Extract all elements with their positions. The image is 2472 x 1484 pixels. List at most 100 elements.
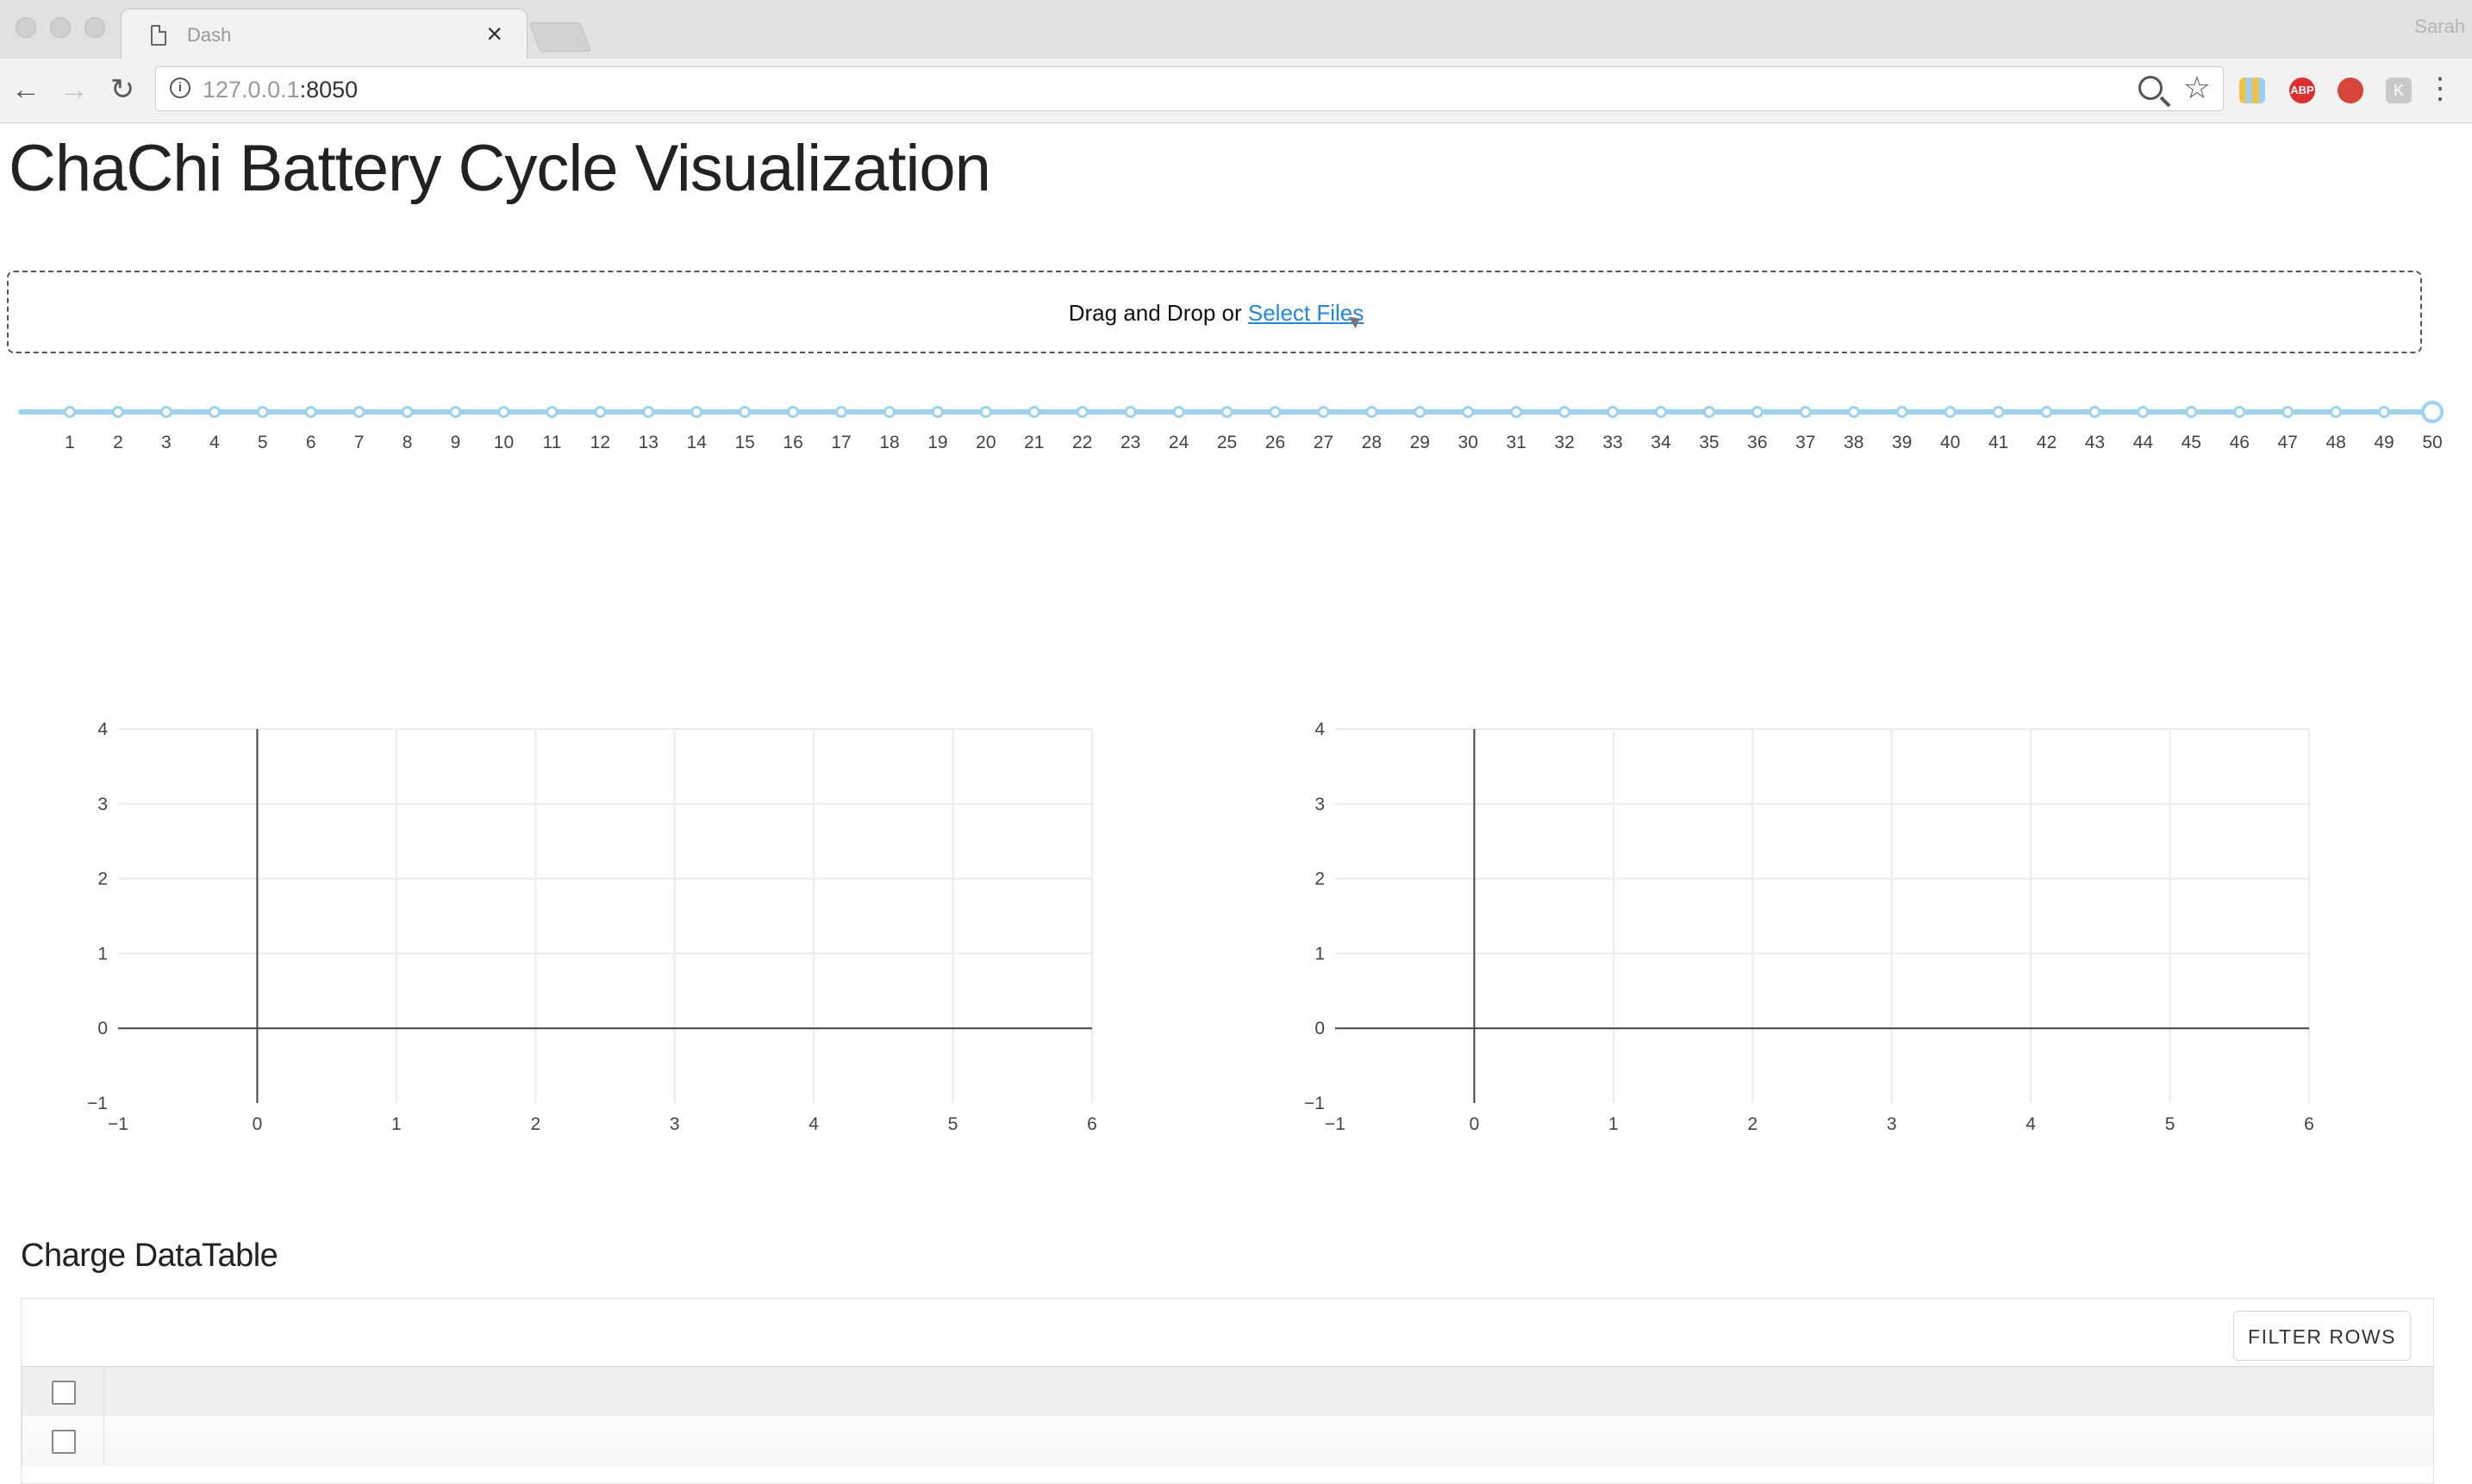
slider-mark-label[interactable]: 11 [542,433,561,452]
slider-dot[interactable] [208,406,221,418]
slider-dot[interactable] [2185,406,2198,418]
slider-mark-label[interactable]: 4 [209,433,220,452]
slider-mark-label[interactable]: 14 [687,433,708,452]
slider-mark-label[interactable]: 33 [1602,433,1622,452]
slider-mark-label[interactable]: 35 [1699,433,1719,452]
slider-mark-label[interactable]: 30 [1458,433,1478,452]
slider-dot[interactable] [353,406,365,418]
slider-mark-label[interactable]: 27 [1314,433,1333,452]
maximize-window-button[interactable] [84,17,105,38]
slider-mark-label[interactable]: 15 [734,433,754,452]
slider-dot[interactable] [1269,406,1282,418]
slider-dot[interactable] [2137,406,2150,418]
slider-mark-label[interactable]: 23 [1121,433,1140,452]
slider-mark-label[interactable]: 41 [1988,433,2008,452]
slider-dot[interactable] [449,406,462,418]
slider-mark-label[interactable]: 47 [2278,433,2298,452]
slider-mark-label[interactable]: 6 [306,433,316,452]
slider-dot[interactable] [111,406,124,418]
slider-mark-label[interactable]: 13 [639,433,659,452]
slider-mark-label[interactable]: 45 [2182,433,2201,452]
slider-dot[interactable] [642,406,655,418]
slider-mark-label[interactable]: 8 [403,433,413,452]
slider-dot[interactable] [1076,406,1089,418]
slider-mark-label[interactable]: 24 [1169,433,1189,452]
select-all-checkbox[interactable] [52,1381,76,1405]
slider-dot[interactable] [2330,406,2343,418]
slider-dot[interactable] [2233,406,2246,418]
slider-mark-label[interactable]: 3 [161,433,172,452]
slider-mark-label[interactable]: 42 [2037,433,2057,452]
slider-dot[interactable] [1124,406,1137,418]
slider-dot[interactable] [2282,406,2294,418]
zoom-icon[interactable] [2138,76,2163,100]
slider-mark-label[interactable]: 37 [1795,433,1815,452]
star-icon[interactable]: ☆ [2183,71,2211,105]
slider-dot[interactable] [497,406,510,418]
slider-dot[interactable] [690,406,703,418]
slider-dot[interactable] [1654,406,1667,418]
slider-dot[interactable] [1462,406,1475,418]
url-text[interactable]: 127.0.0.1:8050 [203,77,358,103]
slider-dot[interactable] [835,406,848,418]
slider-dot[interactable] [1751,406,1763,418]
slider-mark-label[interactable]: 26 [1265,433,1285,452]
slider-dot[interactable] [1944,406,1957,418]
slider-mark-label[interactable]: 7 [354,433,365,452]
slider-dot[interactable] [1799,406,1812,418]
slider-dot[interactable] [1317,406,1330,418]
slider-mark-label[interactable]: 32 [1554,433,1574,452]
info-icon[interactable]: i [170,78,190,98]
slider-mark-label[interactable]: 34 [1651,433,1671,452]
slider-dot[interactable] [787,406,800,418]
browser-tab[interactable]: Dash × [121,9,527,61]
slider-mark-label[interactable]: 10 [494,433,514,452]
slider-mark-label[interactable]: 17 [831,433,851,452]
adblock-icon[interactable]: ABP [2289,78,2315,103]
slider-mark-label[interactable]: 9 [451,433,461,452]
slider-mark-label[interactable]: 22 [1072,433,1092,452]
slider-dot[interactable] [1558,406,1571,418]
slider-mark-label[interactable]: 29 [1410,433,1430,452]
close-icon[interactable]: × [486,18,503,49]
slider-dot[interactable] [979,406,992,418]
slider-mark-label[interactable]: 44 [2133,433,2154,452]
slider-mark-label[interactable]: 36 [1747,433,1767,452]
slider-dot[interactable] [883,406,896,418]
profile-name[interactable]: Sarah [2414,16,2465,38]
slider-dot[interactable] [1220,406,1233,418]
slider-dot[interactable] [1895,406,1908,418]
extension-k-icon[interactable]: K [2386,78,2412,103]
slider-mark-label[interactable]: 38 [1844,433,1863,452]
slider-mark-label[interactable]: 46 [2230,433,2250,452]
extension-bars-icon[interactable] [2239,78,2265,103]
file-upload-dropzone[interactable]: Drag and Drop or Select Files [7,271,2422,353]
slider-mark-label[interactable]: 48 [2325,433,2345,452]
slider-mark-label[interactable]: 49 [2374,433,2394,452]
slider-mark-label[interactable]: 40 [1940,433,1960,452]
slider-dot[interactable] [159,406,172,418]
slider-dot[interactable] [2378,406,2391,418]
slider-mark-label[interactable]: 43 [2085,433,2105,452]
slider-dot[interactable] [2040,406,2053,418]
slider-dot[interactable] [64,406,76,418]
slider-dot[interactable] [401,406,414,418]
forward-icon[interactable]: → [57,71,91,109]
cycle-slider[interactable]: 1 2 3 4 5 6 7 8 9 10 11 12 13 14 15 16 17 18 19 20 21 22 23 24 2… [0,390,2472,458]
slider-mark-label[interactable]: 5 [258,433,268,452]
slider-dot[interactable] [304,406,317,418]
slider-dot[interactable] [1607,406,1620,418]
slider-dot[interactable] [594,406,607,418]
slider-mark-label[interactable]: 2 [113,433,123,452]
slider-mark-label[interactable]: 25 [1217,433,1237,452]
slider-dot[interactable] [546,406,559,418]
select-files-link[interactable]: Select Files [1248,300,1364,326]
menu-icon[interactable]: ⋮ [2425,74,2455,103]
slider-mark-label[interactable]: 19 [927,433,947,452]
new-tab-button[interactable] [528,22,592,52]
slider-handle[interactable] [2421,401,2444,423]
slider-dot[interactable] [1365,406,1378,418]
slider-mark-label[interactable]: 31 [1506,433,1526,452]
slider-mark-label[interactable]: 21 [1024,433,1044,452]
slider-dot[interactable] [1847,406,1860,418]
